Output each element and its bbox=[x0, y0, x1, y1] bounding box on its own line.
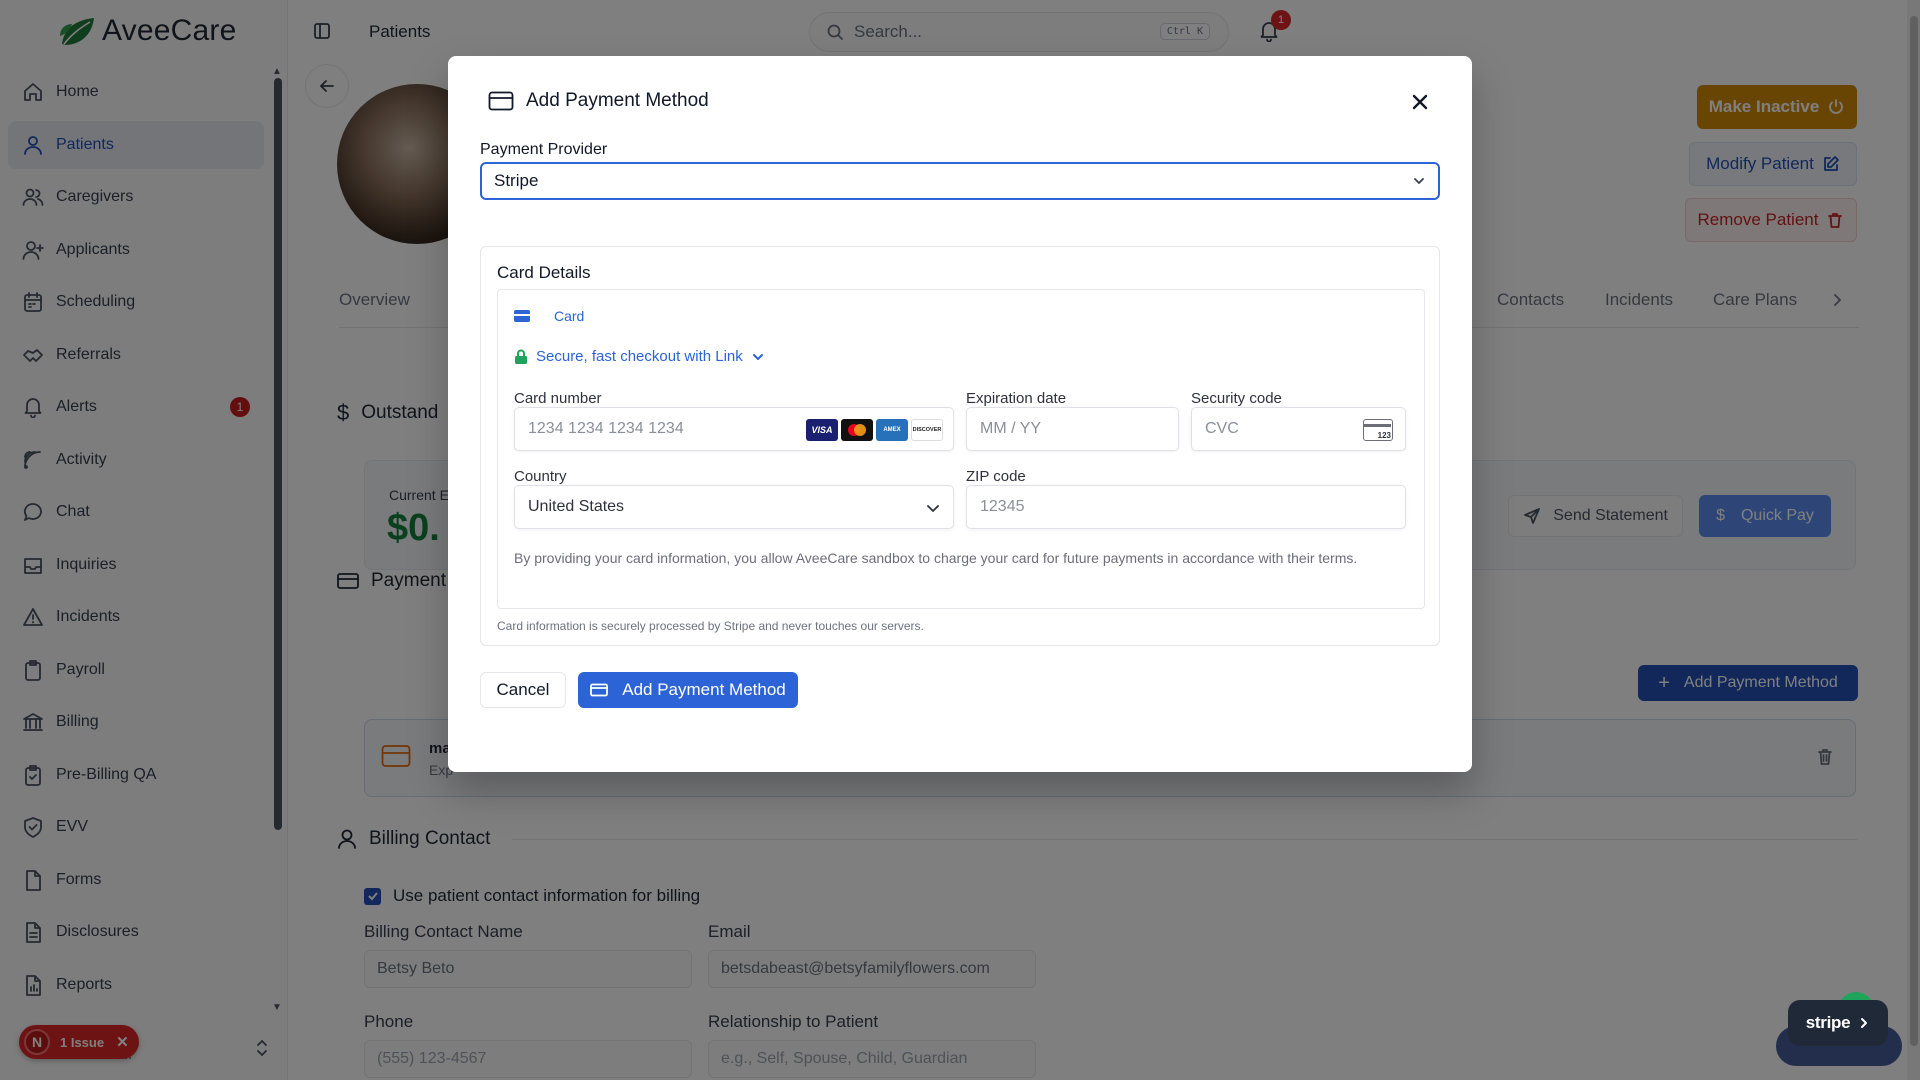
card-number-input[interactable]: 1234 1234 1234 1234 VISA AMEX DISCOVER bbox=[514, 407, 954, 451]
credit-card-icon bbox=[590, 683, 609, 697]
chevron-down-icon bbox=[752, 353, 763, 360]
discover-logo-icon: DISCOVER bbox=[911, 419, 943, 441]
close-icon[interactable] bbox=[1410, 92, 1430, 112]
payment-type-tab-card[interactable]: Card bbox=[514, 308, 584, 324]
chevron-down-icon bbox=[1412, 174, 1426, 188]
lock-icon bbox=[515, 349, 527, 364]
submit-label: Add Payment Method bbox=[622, 680, 786, 699]
country-select[interactable]: United States bbox=[514, 485, 954, 529]
card-number-placeholder: 1234 1234 1234 1234 bbox=[528, 420, 684, 437]
cancel-button[interactable]: Cancel bbox=[480, 672, 566, 708]
card-tab-label: Card bbox=[554, 308, 585, 324]
expiry-label: Expiration date bbox=[966, 390, 1067, 407]
cvc-icon-text: 123 bbox=[1377, 431, 1391, 440]
card-number-label: Card number bbox=[514, 390, 602, 407]
chevron-right-icon bbox=[1861, 1018, 1868, 1028]
zip-placeholder: 12345 bbox=[980, 498, 1025, 515]
security-code-label: Security code bbox=[1191, 390, 1282, 407]
cvc-card-icon: 123 bbox=[1363, 419, 1393, 441]
stripe-widget-button[interactable]: stripe bbox=[1788, 1000, 1888, 1046]
zip-code-label: ZIP code bbox=[966, 468, 1026, 485]
card-details-title: Card Details bbox=[497, 263, 591, 282]
cvc-placeholder: CVC bbox=[1205, 420, 1239, 437]
card-details-section: Card Details Card Secure, fast checkout … bbox=[480, 246, 1440, 646]
payment-provider-label: Payment Provider bbox=[480, 141, 608, 158]
modal-title-text: Add Payment Method bbox=[526, 90, 709, 111]
stripe-payment-element: Card Secure, fast checkout with Link Car… bbox=[497, 289, 1425, 609]
stripe-label: stripe bbox=[1805, 1013, 1851, 1032]
expiry-placeholder: MM / YY bbox=[980, 420, 1042, 437]
country-label: Country bbox=[514, 468, 567, 485]
modal-title: Add Payment Method bbox=[488, 90, 709, 112]
payment-provider-value: Stripe bbox=[494, 171, 539, 190]
mastercard-logo-icon bbox=[841, 419, 873, 441]
secure-processing-note: Card information is securely processed b… bbox=[497, 619, 924, 633]
visa-logo-icon: VISA bbox=[806, 419, 838, 441]
link-checkout-toggle[interactable]: Secure, fast checkout with Link bbox=[514, 348, 765, 365]
credit-card-icon bbox=[488, 91, 514, 111]
card-terms-text: By providing your card information, you … bbox=[514, 550, 1358, 566]
chevron-down-icon bbox=[925, 500, 941, 516]
zip-code-input[interactable]: 12345 bbox=[966, 485, 1406, 529]
security-code-input[interactable]: CVC 123 bbox=[1191, 407, 1406, 451]
add-payment-method-dialog: Add Payment Method Payment Provider Stri… bbox=[448, 56, 1472, 772]
card-brand-logos: VISA AMEX DISCOVER bbox=[806, 419, 943, 441]
add-payment-method-submit-button[interactable]: Add Payment Method bbox=[578, 672, 798, 708]
expiry-input[interactable]: MM / YY bbox=[966, 407, 1179, 451]
card-icon bbox=[514, 310, 530, 322]
amex-logo-icon: AMEX bbox=[876, 419, 908, 441]
link-checkout-text: Secure, fast checkout with Link bbox=[536, 348, 743, 365]
country-value: United States bbox=[528, 498, 625, 515]
payment-provider-select[interactable]: Stripe bbox=[480, 162, 1440, 200]
